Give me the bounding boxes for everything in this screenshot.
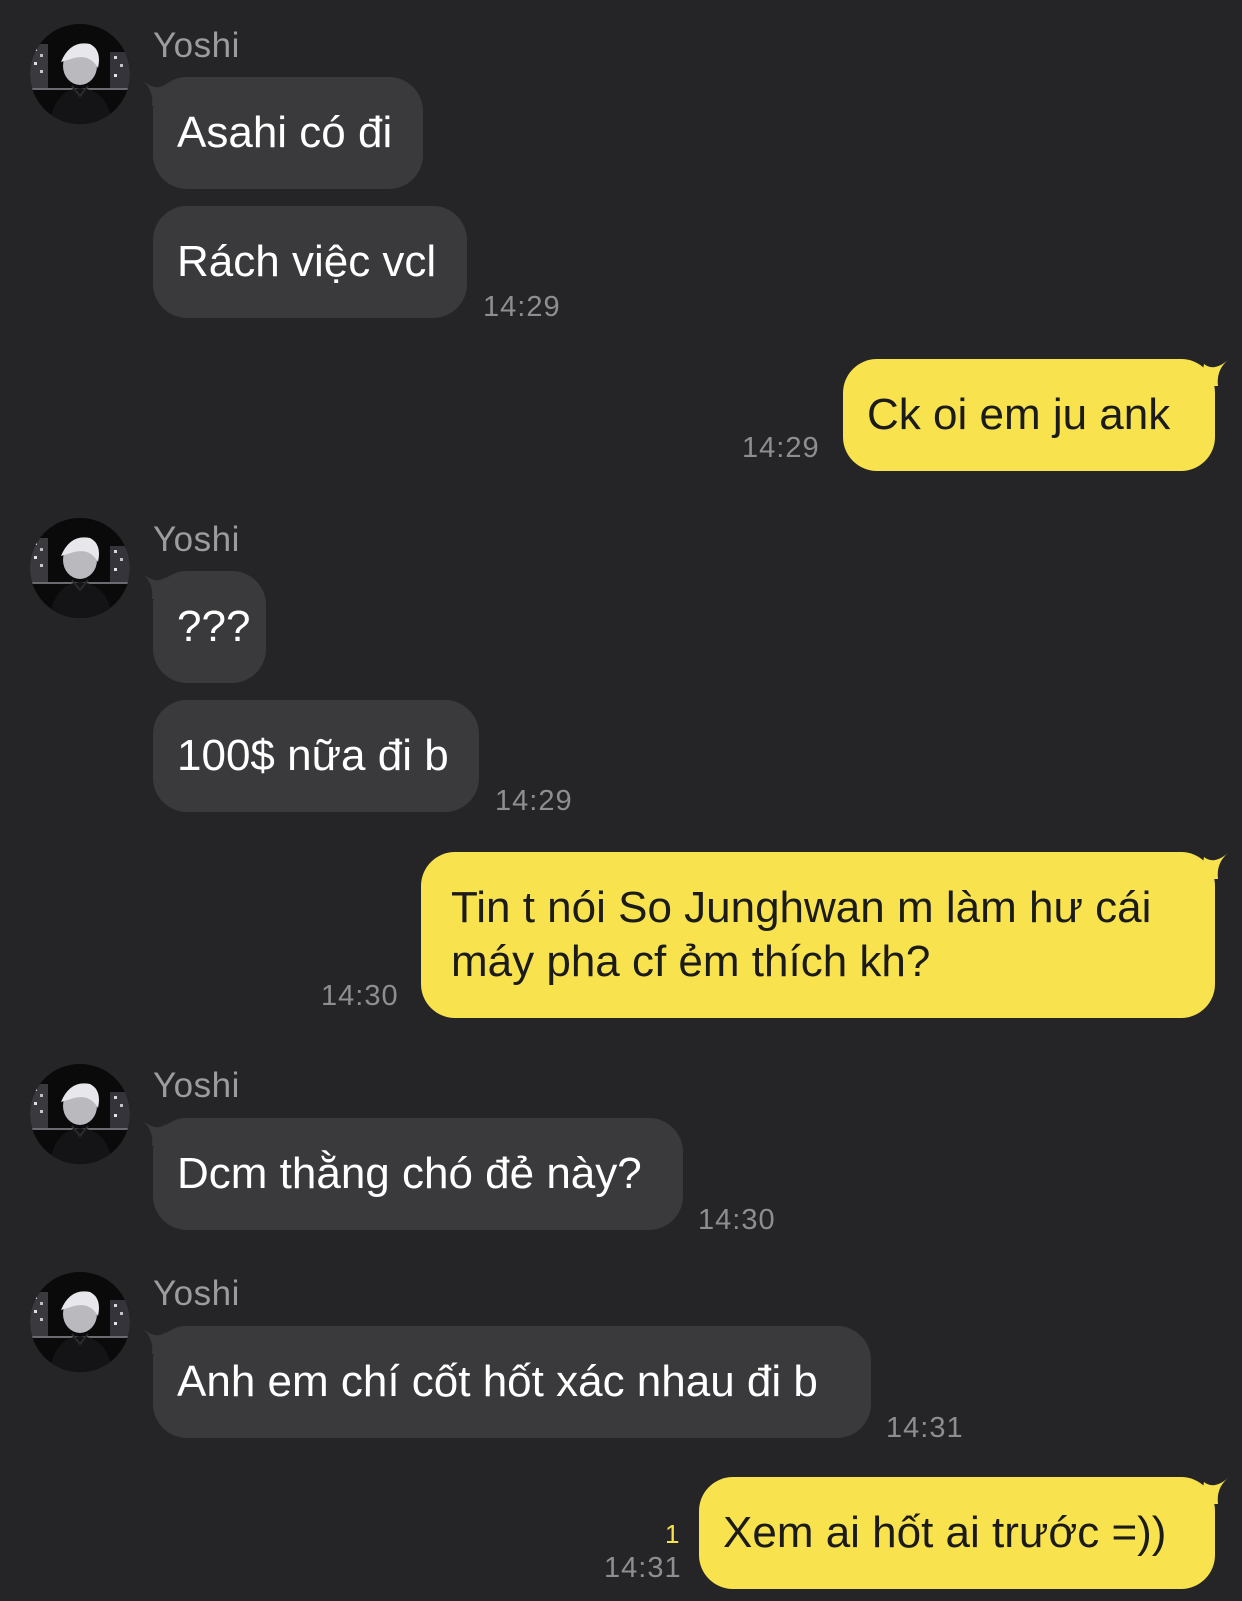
message-timestamp: 14:29 xyxy=(742,432,820,464)
message-text: Ck oi em ju ank xyxy=(867,390,1171,439)
message-bubble[interactable]: Anh em chí cốt hốt xác nhau đi b xyxy=(153,1326,871,1438)
message-timestamp: 14:31 xyxy=(886,1412,964,1444)
message-text: 100$ nữa đi b xyxy=(177,731,449,780)
avatar[interactable] xyxy=(30,1272,130,1372)
message-timestamp: 14:30 xyxy=(698,1204,776,1236)
avatar[interactable] xyxy=(30,1064,130,1164)
sender-name: Yoshi xyxy=(153,520,240,559)
message-bubble[interactable]: Rách việc vcl xyxy=(153,206,467,318)
avatar-image xyxy=(30,518,130,618)
avatar[interactable] xyxy=(30,24,130,124)
message-line: máy pha cf ẻm thích kh? xyxy=(451,937,931,986)
message-bubble[interactable]: Ck oi em ju ank xyxy=(843,359,1215,471)
message-bubble[interactable]: Asahi có đi xyxy=(153,77,423,189)
message-text: Tin t nói So Junghwan m làm hư cái máy p… xyxy=(451,881,1151,989)
bubble-tail xyxy=(1200,360,1228,386)
avatar[interactable] xyxy=(30,518,130,618)
message-timestamp: 14:29 xyxy=(483,291,561,323)
message-bubble[interactable]: ??? xyxy=(153,571,266,683)
message-line: Tin t nói So Junghwan m làm hư cái xyxy=(451,883,1152,932)
sender-name: Yoshi xyxy=(153,26,240,65)
message-text: Dcm thằng chó đẻ này? xyxy=(177,1149,642,1198)
bubble-tail xyxy=(1200,1478,1228,1504)
message-bubble[interactable]: Xem ai hốt ai trước =)) xyxy=(699,1477,1215,1589)
message-timestamp: 14:31 xyxy=(604,1552,682,1584)
avatar-image xyxy=(30,1272,130,1372)
sender-name: Yoshi xyxy=(153,1066,240,1105)
message-text: Asahi có đi xyxy=(177,108,393,157)
message-bubble[interactable]: Dcm thằng chó đẻ này? xyxy=(153,1118,683,1230)
message-text: ??? xyxy=(177,602,251,651)
avatar-image xyxy=(30,24,130,124)
message-text: Anh em chí cốt hốt xác nhau đi b xyxy=(177,1357,818,1406)
chat-thread[interactable]: Yoshi Asahi có đi Rách việc vcl 14:29 14… xyxy=(0,0,1242,1601)
avatar-image xyxy=(30,1064,130,1164)
message-text: Rách việc vcl xyxy=(177,237,437,286)
unread-count: 1 xyxy=(665,1519,680,1549)
message-bubble[interactable]: Tin t nói So Junghwan m làm hư cái máy p… xyxy=(421,852,1215,1018)
message-timestamp: 14:29 xyxy=(495,785,573,817)
message-bubble[interactable]: 100$ nữa đi b xyxy=(153,700,479,812)
bubble-tail xyxy=(1200,853,1228,879)
message-timestamp: 14:30 xyxy=(321,980,399,1012)
message-text: Xem ai hốt ai trước =)) xyxy=(723,1508,1167,1557)
sender-name: Yoshi xyxy=(153,1274,240,1313)
